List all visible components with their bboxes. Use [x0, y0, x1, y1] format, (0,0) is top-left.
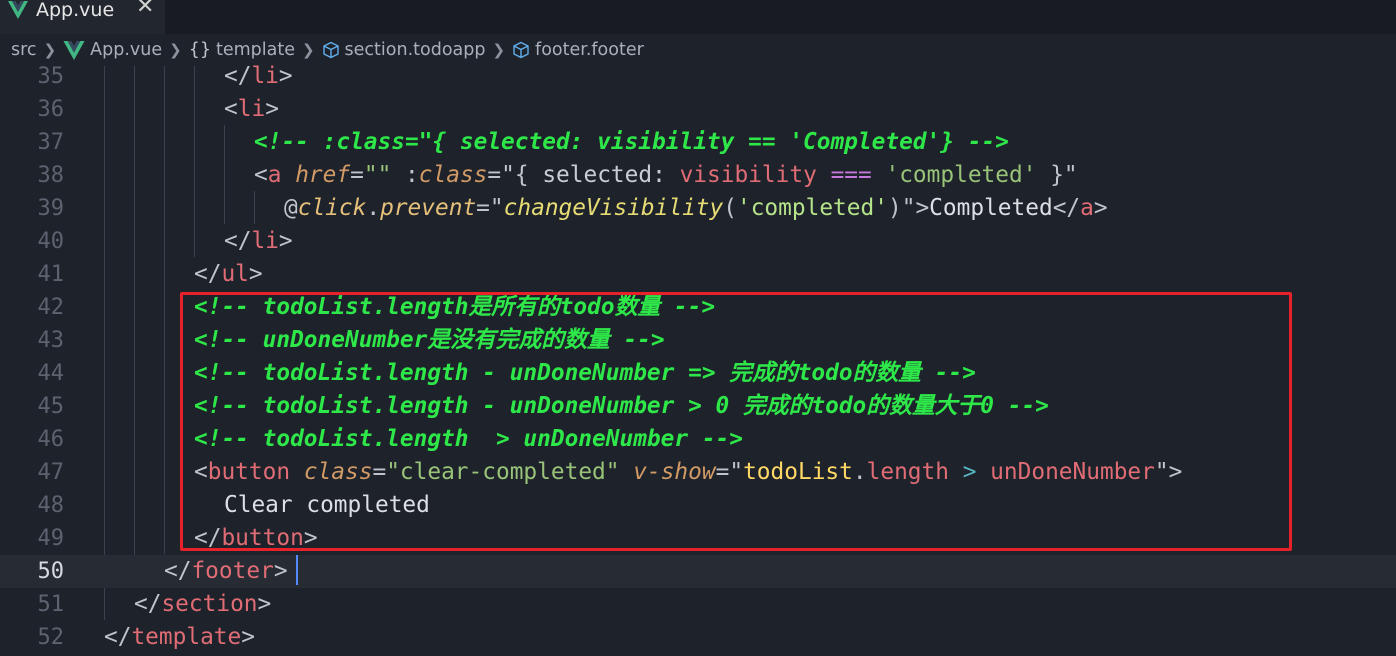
tab-app-vue[interactable]: App.vue ✕ [0, 0, 165, 34]
code-line: 41 </ul> [0, 258, 1396, 291]
code-line: 52 </template> [0, 621, 1396, 654]
line-number: 42 [37, 295, 65, 320]
line-number: 48 [37, 493, 65, 518]
line-content: </li> [224, 228, 293, 254]
code-line: 42 <!-- todoList.length是所有的todo数量 --> [0, 291, 1396, 324]
line-content: </ul> [194, 261, 263, 287]
cube-icon [322, 41, 339, 59]
line-content: <!-- :class="{ selected: visibility == '… [254, 129, 1009, 155]
line-content: </footer> [164, 558, 288, 584]
vue-logo-icon [8, 1, 28, 19]
code-line: 40 </li> [0, 225, 1396, 258]
code-line: 46 <!-- todoList.length > unDoneNumber -… [0, 423, 1396, 456]
line-number: 35 [37, 64, 65, 89]
close-icon[interactable]: ✕ [136, 0, 154, 19]
line-number: 40 [37, 229, 65, 254]
line-number: 50 [37, 559, 65, 584]
line-number: 45 [37, 394, 65, 419]
braces-icon: {} [188, 40, 211, 60]
tab-label: App.vue [36, 0, 115, 21]
code-editor[interactable]: 35 </li> 36 <li> 37 <!-- :class="{ selec… [0, 63, 1396, 656]
code-line: 47 <button class="clear-completed" v-sho… [0, 456, 1396, 489]
breadcrumb-template[interactable]: {} template [189, 40, 295, 60]
code-line: 45 <!-- todoList.length - unDoneNumber >… [0, 390, 1396, 423]
code-line: 39 @click.prevent="changeVisibility('com… [0, 192, 1396, 225]
code-line: 38 <a href="" :class="{ selected: visibi… [0, 159, 1396, 192]
code-line: 49 </button> [0, 522, 1396, 555]
line-number: 41 [37, 262, 65, 287]
breadcrumb-footer[interactable]: footer.footer [512, 40, 644, 60]
line-content: <!-- todoList.length - unDoneNumber > 0 … [194, 393, 1049, 419]
line-content: </template> [104, 624, 255, 650]
breadcrumb-section[interactable]: section.todoapp [322, 40, 486, 60]
line-number: 36 [37, 97, 65, 122]
line-number: 39 [37, 196, 65, 221]
line-number: 51 [37, 592, 65, 617]
cube-icon [513, 41, 529, 59]
line-content: <!-- unDoneNumber是没有完成的数量 --> [194, 327, 665, 353]
line-content: </li> [224, 63, 293, 89]
breadcrumb-file[interactable]: App.vue [63, 40, 162, 60]
line-content: <a href="" :class="{ selected: visibilit… [254, 162, 1078, 188]
code-line: 51 </section> [0, 588, 1396, 621]
line-number: 44 [37, 361, 65, 386]
line-number: 49 [37, 526, 65, 551]
chevron-right-icon: ❯ [301, 41, 315, 59]
current-code-line: 50 </footer> [0, 555, 1396, 588]
code-line: 48 Clear completed [0, 489, 1396, 522]
line-content: <!-- todoList.length > unDoneNumber --> [194, 426, 743, 452]
tab-bar: App.vue ✕ [0, 0, 1396, 34]
line-content: <li> [224, 96, 279, 122]
chevron-right-icon: ❯ [492, 41, 506, 59]
code-line: 35 </li> [0, 60, 1396, 93]
line-content: <!-- todoList.length是所有的todo数量 --> [194, 294, 716, 320]
line-number: 37 [37, 130, 65, 155]
chevron-right-icon: ❯ [43, 41, 57, 59]
breadcrumb-src[interactable]: src [11, 40, 37, 60]
line-number: 38 [37, 163, 65, 188]
breadcrumb-section-label: section.todoapp [344, 40, 486, 60]
code-line: 37 <!-- :class="{ selected: visibility =… [0, 126, 1396, 159]
line-number: 46 [37, 427, 65, 452]
line-content: Clear completed [224, 492, 430, 518]
line-content: <button class="clear-completed" v-show="… [194, 459, 1183, 485]
line-content: <!-- todoList.length - unDoneNumber => 完… [194, 360, 976, 386]
line-content: @click.prevent="changeVisibility('comple… [284, 195, 1108, 221]
code-line: 44 <!-- todoList.length - unDoneNumber =… [0, 357, 1396, 390]
code-line: 43 <!-- unDoneNumber是没有完成的数量 --> [0, 324, 1396, 357]
code-line: 36 <li> [0, 93, 1396, 126]
line-number: 43 [37, 328, 65, 353]
line-number: 47 [37, 460, 65, 485]
breadcrumb-template-label: template [215, 40, 295, 60]
vue-logo-icon [63, 40, 85, 60]
line-content: </button> [194, 525, 318, 551]
chevron-right-icon: ❯ [169, 41, 182, 59]
breadcrumb-file-label: App.vue [90, 40, 163, 60]
line-content: </section> [134, 591, 272, 617]
breadcrumb-footer-label: footer.footer [535, 40, 644, 60]
text-cursor [296, 555, 298, 585]
line-number: 52 [37, 625, 65, 650]
